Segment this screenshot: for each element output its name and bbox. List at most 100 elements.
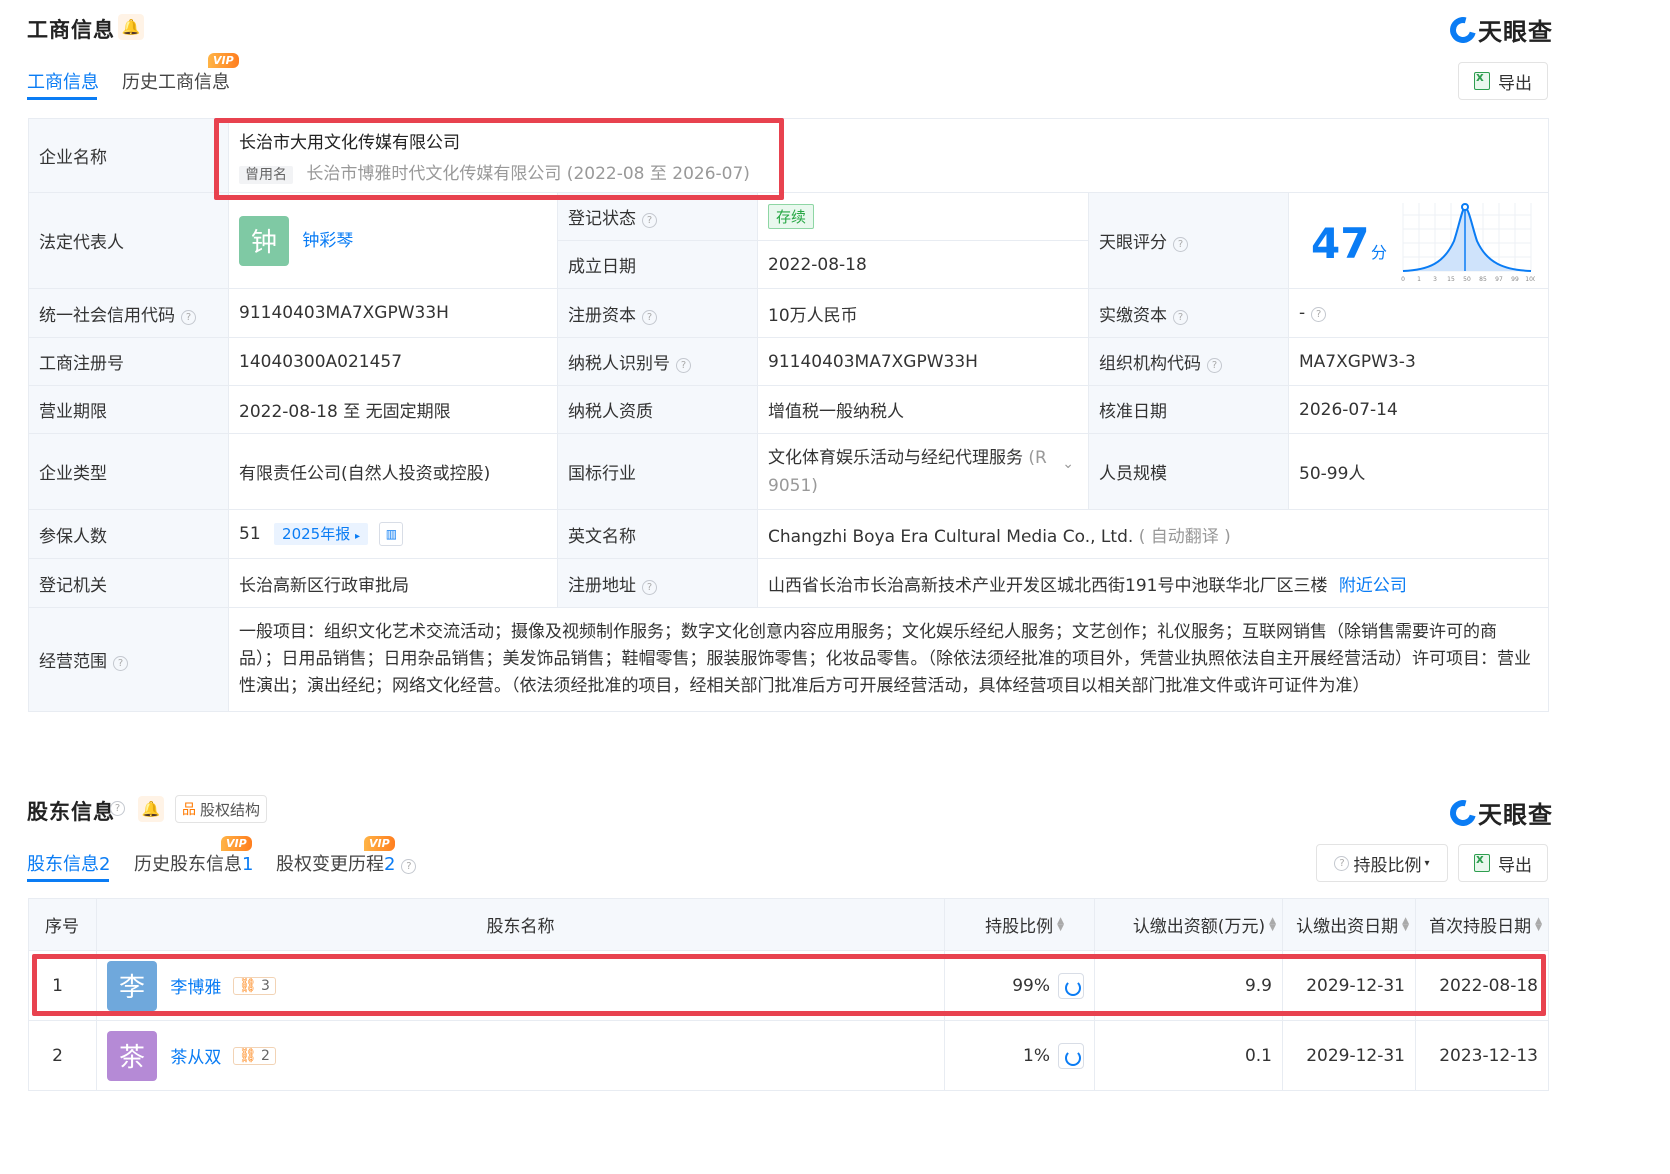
reg-authority: 长治高新区行政审批局 (228, 558, 558, 608)
tab-count: 2 (384, 854, 396, 875)
credit-code: 91140403MA7XGPW33H (228, 288, 558, 338)
help-icon[interactable]: ? (1173, 309, 1188, 325)
bell-icon[interactable]: 🔔 (118, 14, 144, 40)
tab-history-shareholder[interactable]: 历史股东信息1 (134, 850, 253, 876)
former-name: 长治市博雅时代文化传媒有限公司 (2022-08 至 2026-07) (306, 163, 750, 184)
legal-rep-cell: 钟 钟彩琴 (228, 192, 558, 289)
tab-equity-change-history[interactable]: 股权变更历程2? (276, 850, 417, 876)
reg-address: 山西省长治市长治高新技术产业开发区城北西街191号中池联华北厂区三楼 (768, 575, 1328, 596)
pie-chart-icon[interactable] (1058, 1042, 1084, 1069)
excel-icon (1474, 852, 1490, 872)
label-scope: 经营范围? (28, 607, 229, 712)
label-english-name: 英文名称 (557, 509, 758, 559)
label-legal-rep: 法定代表人 (28, 192, 229, 289)
reg-address-cell: 山西省长治市长治高新技术产业开发区城北西街191号中池联华北厂区三楼 附近公司 (757, 558, 1549, 608)
legal-rep-link[interactable]: 钟彩琴 (302, 231, 353, 251)
score-unit: 分 (1371, 243, 1388, 262)
export-button[interactable]: 导出 (1458, 844, 1548, 882)
score-distribution-chart: 0 1 3 15 50 85 97 99 100 (1401, 203, 1535, 283)
label-reg-address: 注册地址? (557, 558, 758, 608)
tianyancha-logo: 天眼查 (1445, 794, 1553, 831)
brand-name: 天眼查 (1478, 18, 1553, 46)
tianyancha-logo-mark (1445, 11, 1481, 48)
help-icon[interactable]: ? (401, 859, 417, 874)
help-icon[interactable]: ? (642, 213, 657, 228)
label-reg-status: 登记状态? (557, 192, 758, 241)
help-icon[interactable]: ? (676, 358, 691, 373)
score-axis-tick: 50 (1463, 276, 1471, 283)
col-ratio[interactable]: 持股比例 ▲ ▼ (944, 898, 1095, 951)
shareholder-cell: 茶 茶从双 ⛓ 2 (96, 1020, 945, 1091)
help-icon[interactable]: ? (110, 801, 125, 816)
vip-badge: VIP (221, 836, 252, 851)
former-name-tag: 曾用名 (239, 165, 293, 184)
company-name-cell: 长治市大用文化传媒有限公司 曾用名 长治市博雅时代文化传媒有限公司 (2022-… (228, 118, 1549, 193)
col-sub-date[interactable]: 认缴出资日期 ▲ ▼ (1282, 898, 1416, 951)
score-axis-tick: 15 (1447, 276, 1455, 283)
shareholder-name-link[interactable]: 李博雅 (170, 978, 221, 998)
ratio-cell: 99% (944, 950, 1095, 1021)
score-axis-tick: 1 (1417, 276, 1421, 283)
col-first-date[interactable]: 首次持股日期 ▲ ▼ (1415, 898, 1549, 951)
tab-business-info[interactable]: 工商信息 (27, 68, 99, 94)
col-ratio-label: 持股比例 (985, 917, 1054, 937)
equity-structure-button[interactable]: 品 股权结构 (175, 795, 267, 823)
credit-code-label: 统一社会信用代码 (39, 305, 175, 326)
nearby-companies-link[interactable]: 附近公司 (1339, 576, 1407, 596)
row-index: 2 (28, 1020, 97, 1091)
tab-shareholder-info[interactable]: 股东信息2 (27, 850, 110, 876)
chevron-down-icon[interactable]: ⌄ (1062, 450, 1074, 478)
sort-icon: ▲ ▼ (1402, 916, 1409, 933)
pie-chart-icon[interactable] (1058, 972, 1084, 999)
label-tianyan-score: 天眼评分? (1088, 192, 1289, 289)
industry-cell[interactable]: 文化体育娱乐活动与经纪代理服务 (R 9051) ⌄ (757, 433, 1089, 510)
annual-report-tag[interactable]: 2025年报 ▸ (274, 523, 369, 545)
shareholder-name-link[interactable]: 茶从双 (170, 1048, 221, 1068)
chart-icon[interactable]: ▥ (379, 522, 404, 546)
tab-history-business-info[interactable]: 历史工商信息 (122, 68, 230, 94)
tianyan-score-label: 天眼评分 (1099, 233, 1167, 253)
shareholder-avatar: 茶 (107, 1030, 157, 1081)
col-amount[interactable]: 认缴出资额(万元) ▲ ▼ (1094, 898, 1283, 951)
help-icon[interactable]: ? (642, 579, 657, 595)
tab-label: 股东信息 (27, 854, 99, 875)
score-axis-tick: 100 (1525, 276, 1535, 283)
relation-tag[interactable]: ⛓ 3 (232, 976, 276, 995)
score-axis-tick: 3 (1433, 276, 1437, 283)
ratio-filter-dropdown[interactable]: ? 持股比例 ▾ (1316, 844, 1448, 882)
export-button[interactable]: 导出 (1458, 62, 1548, 100)
english-name-cell: Changzhi Boya Era Cultural Media Co., Lt… (757, 509, 1549, 559)
label-reg-capital: 注册资本? (557, 288, 758, 338)
tab-label: 股权变更历程 (276, 854, 384, 875)
col-index: 序号 (28, 898, 97, 951)
relation-icon: ⛓ (238, 1047, 257, 1064)
amount: 0.1 (1094, 1020, 1283, 1091)
col-amount-label: 认缴出资额(万元) (1132, 917, 1266, 937)
help-icon[interactable]: ? (1311, 307, 1327, 322)
relation-icon: ⛓ (238, 977, 257, 994)
help-icon[interactable]: ? (113, 656, 128, 671)
help-icon[interactable]: ? (1207, 358, 1222, 373)
reg-status-cell: 存续 (757, 192, 1089, 241)
label-reg-authority: 登记机关 (28, 558, 229, 608)
taxpayer-qual: 增值税一般纳税人 (757, 385, 1089, 434)
business-scope: 一般项目：组织文化艺术交流活动；摄像及视频制作服务；数字文化创意内容应用服务；文… (228, 607, 1549, 712)
col-first-date-label: 首次持股日期 (1429, 917, 1532, 937)
help-icon[interactable]: ? (181, 309, 196, 325)
row-index: 1 (28, 950, 97, 1021)
bell-icon[interactable]: 🔔 (138, 796, 164, 822)
help-icon[interactable]: ? (642, 309, 657, 325)
help-icon[interactable]: ? (1173, 237, 1188, 252)
subscription-date: 2029-12-31 (1282, 950, 1416, 1021)
taxpayer-id-label: 纳税人识别号 (568, 354, 670, 374)
help-icon[interactable]: ? (1334, 855, 1350, 871)
label-paid-capital: 实缴资本? (1088, 288, 1289, 338)
tianyan-score-cell[interactable]: 47 分 0 1 3 15 50 85 97 99 100 (1288, 192, 1549, 289)
insured-count: 51 (239, 524, 261, 544)
label-business-term: 营业期限 (28, 385, 229, 434)
org-chart-icon: 品 (181, 802, 196, 818)
label-industry: 国标行业 (557, 433, 758, 510)
auto-translate-note: ( 自动翻译 ) (1138, 526, 1231, 547)
relation-tag[interactable]: ⛓ 2 (232, 1046, 276, 1065)
annual-report-label: 2025年报 (282, 525, 351, 543)
